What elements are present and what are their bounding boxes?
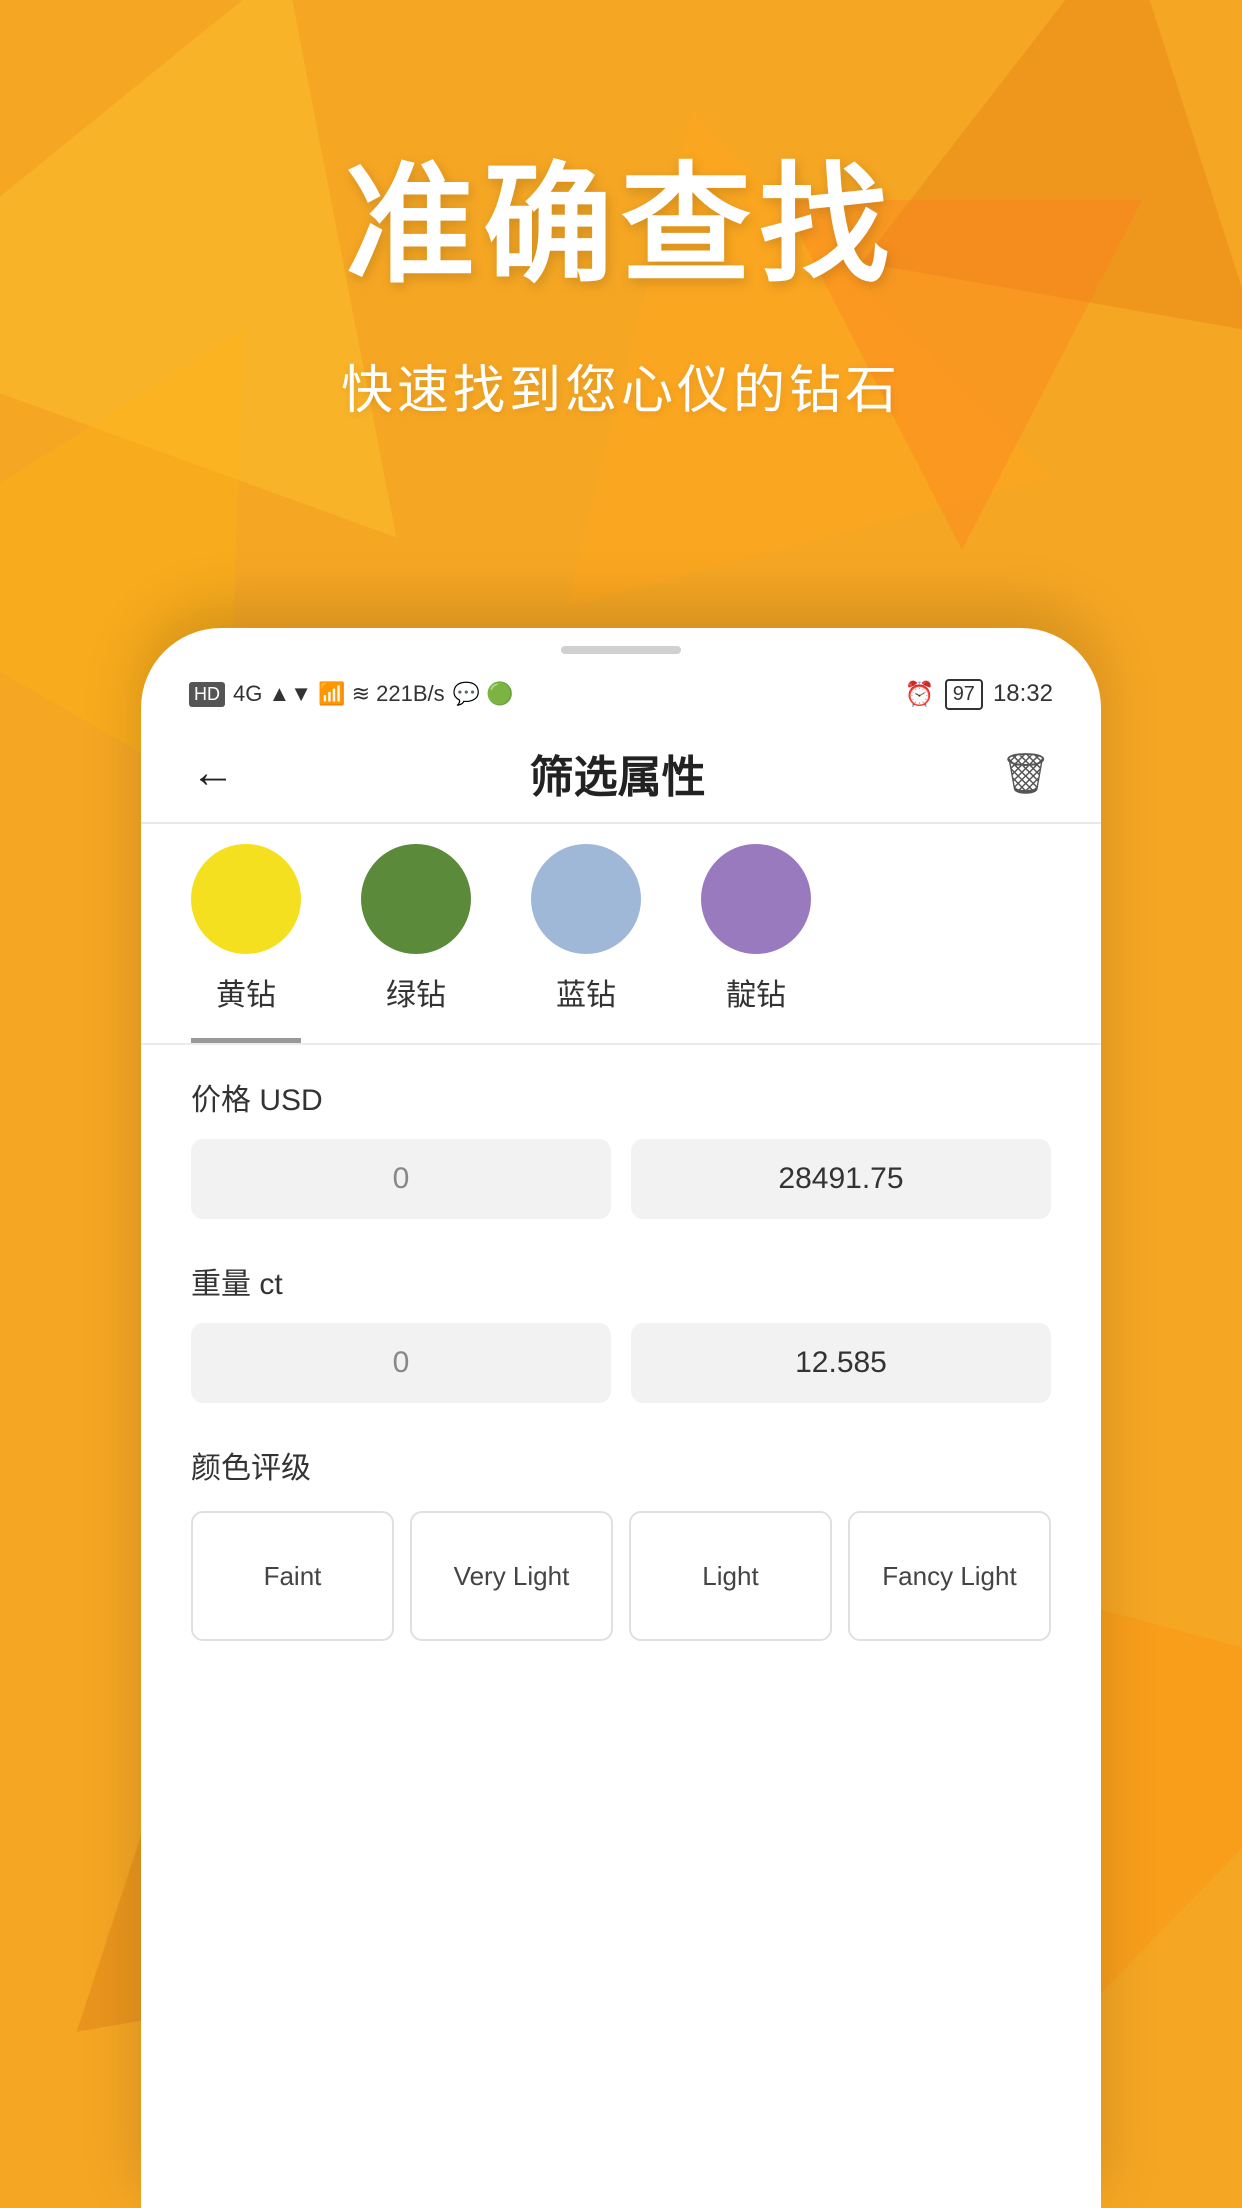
circle-green xyxy=(361,844,471,954)
price-max-value: 28491.75 xyxy=(778,1162,903,1196)
main-title: 准确查找 xyxy=(0,120,1242,308)
time-display: 18:32 xyxy=(993,680,1053,708)
circle-blue xyxy=(531,844,641,954)
status-left: HD 4G ▲▼ 📶 ≋ 221B/s 💬 🟢 xyxy=(189,681,514,707)
weight-max-value: 12.585 xyxy=(795,1346,887,1380)
price-label: 价格 USD xyxy=(191,1075,1051,1119)
price-max-input[interactable]: 28491.75 xyxy=(631,1139,1051,1219)
color-option-light[interactable]: Light xyxy=(629,1511,832,1641)
message-icon: 💬 🟢 xyxy=(453,681,514,707)
signal-icons: 4G ▲▼ 📶 ≋ 221B/s xyxy=(233,681,445,707)
back-button[interactable]: ← xyxy=(191,748,235,798)
status-bar: HD 4G ▲▼ 📶 ≋ 221B/s 💬 🟢 ⏰ 97 18:32 xyxy=(141,664,1101,724)
weight-range-row: 0 12.585 xyxy=(191,1323,1051,1403)
sub-title: 快速找到您心仪的钻石 xyxy=(0,348,1242,423)
status-right: ⏰ 97 18:32 xyxy=(905,679,1053,710)
price-section: 价格 USD 0 28491.75 xyxy=(141,1075,1101,1219)
diamond-item-green[interactable]: 绿钻 xyxy=(361,844,471,1043)
price-min-input[interactable]: 0 xyxy=(191,1139,611,1219)
price-min-value: 0 xyxy=(393,1162,410,1196)
color-rating-label: 颜色评级 xyxy=(191,1443,1051,1487)
color-options-row: Faint Very Light Light Fancy Light xyxy=(191,1511,1051,1641)
diamond-label-yellow: 黄钻 xyxy=(216,970,276,1014)
notch-bar xyxy=(561,646,681,654)
alarm-icon: ⏰ xyxy=(905,680,935,709)
trash-button[interactable]: 🗑 xyxy=(1000,750,1051,797)
diamond-type-selector: 黄钻 绿钻 蓝钻 靛钻 xyxy=(141,844,1101,1043)
phone-notch xyxy=(141,628,1101,654)
weight-label: 重量 ct xyxy=(191,1259,1051,1303)
diamond-label-purple: 靛钻 xyxy=(726,970,786,1014)
weight-min-input[interactable]: 0 xyxy=(191,1323,611,1403)
weight-section: 重量 ct 0 12.585 xyxy=(141,1259,1101,1403)
circle-purple xyxy=(701,844,811,954)
page-title: 筛选属性 xyxy=(530,741,706,805)
color-option-very-light[interactable]: Very Light xyxy=(410,1511,613,1641)
battery-icon: 97 xyxy=(945,679,983,710)
diamond-label-green: 绿钻 xyxy=(386,970,446,1014)
hd-badge: HD xyxy=(189,682,225,707)
diamond-item-yellow[interactable]: 黄钻 xyxy=(191,844,301,1043)
weight-max-input[interactable]: 12.585 xyxy=(631,1323,1051,1403)
circle-yellow xyxy=(191,844,301,954)
diamond-item-blue[interactable]: 蓝钻 xyxy=(531,844,641,1043)
color-rating-section: 颜色评级 Faint Very Light Light Fancy Light xyxy=(141,1443,1101,1641)
diamond-label-blue: 蓝钻 xyxy=(556,970,616,1014)
phone-mockup: HD 4G ▲▼ 📶 ≋ 221B/s 💬 🟢 ⏰ 97 18:32 ← 筛选属… xyxy=(141,628,1101,2208)
navigation-bar: ← 筛选属性 🗑 xyxy=(141,724,1101,824)
price-range-row: 0 28491.75 xyxy=(191,1139,1051,1219)
weight-min-value: 0 xyxy=(393,1346,410,1380)
diamond-item-purple[interactable]: 靛钻 xyxy=(701,844,811,1043)
header-section: 准确查找 快速找到您心仪的钻石 xyxy=(0,0,1242,423)
color-option-fancy-light[interactable]: Fancy Light xyxy=(848,1511,1051,1641)
color-option-faint[interactable]: Faint xyxy=(191,1511,394,1641)
divider xyxy=(141,1043,1101,1045)
